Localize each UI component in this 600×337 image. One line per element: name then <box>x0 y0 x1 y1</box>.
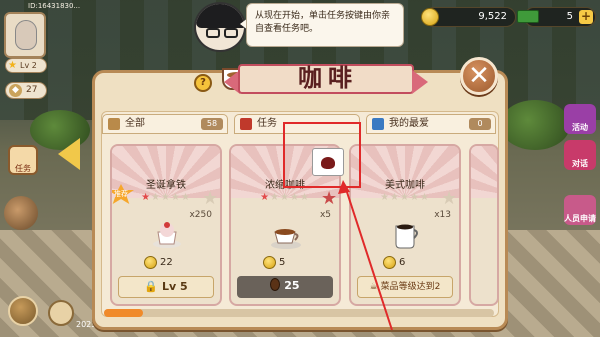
energy-icon: ◆ <box>9 84 22 97</box>
avatar-face <box>15 20 37 50</box>
tab-favorites-label: 我的最爱 <box>389 118 429 129</box>
npc-glasses <box>224 28 238 38</box>
npc-portrait <box>194 2 246 52</box>
task-side-label: 任务 <box>15 164 31 173</box>
prev-arrow-icon[interactable] <box>58 138 80 170</box>
coin-icon <box>421 8 439 26</box>
coffee-bean-icon <box>270 278 281 291</box>
unlock-level-text: Lv 5 <box>161 280 188 293</box>
recipe-price: 5 <box>263 256 285 269</box>
favorite-star-icon[interactable]: ★ <box>441 188 457 209</box>
favorite-star-icon[interactable]: ★ <box>321 188 337 209</box>
npc-speech-bubble[interactable]: 从现在开始，单击任务按键由你亲自查看任务吧。 <box>246 3 404 47</box>
dish-icon: ☕ <box>369 282 378 292</box>
recipe-card[interactable]: 圣诞拿铁 推荐 ★★★★★ ★ x250 22 🔒 Lv 5 <box>110 144 222 306</box>
close-button[interactable]: ✕ <box>460 57 498 95</box>
player-level-text: Lv 2 <box>20 61 37 70</box>
search-icon[interactable]: ? <box>194 74 212 92</box>
dialog-button[interactable]: 对话 <box>564 140 596 170</box>
favorites-tab-icon <box>372 118 384 130</box>
coin-icon <box>263 256 276 269</box>
event-button[interactable]: 活动 <box>564 104 596 134</box>
cash-icon <box>517 10 539 23</box>
coin-icon <box>144 256 157 269</box>
unlock-requirement-text: 菜品等级达到2 <box>380 282 441 292</box>
recipe-quantity: x250 <box>189 210 212 220</box>
player-level: ★ Lv 2 <box>5 58 47 73</box>
scroll-progress-fill <box>104 309 143 317</box>
player-avatar[interactable] <box>4 12 46 58</box>
task-side-button[interactable]: 任务 <box>8 145 38 175</box>
recipe-card[interactable]: 美式咖啡 ★★★★★ ★ x13 6 ☕ 菜品等级达到2 <box>349 144 461 306</box>
favorite-star-icon[interactable]: ★ <box>202 188 218 209</box>
add-cash-button[interactable]: + <box>579 10 593 24</box>
recipe-quantity: x13 <box>434 210 451 220</box>
scroll-progress-bar[interactable] <box>104 309 494 317</box>
espresso-icon <box>271 229 301 249</box>
unlock-requirement: ☕ 菜品等级达到2 <box>357 276 453 298</box>
event-label: 活动 <box>572 123 588 132</box>
card-header <box>471 146 497 198</box>
all-tab-icon <box>108 118 120 130</box>
christmas-latte-icon <box>153 222 181 248</box>
tab-all-count: 58 <box>201 118 223 130</box>
friends-button[interactable] <box>8 296 38 326</box>
recipe-price-value: 6 <box>399 257 406 268</box>
recipe-price-value: 5 <box>279 257 286 268</box>
dialog-label: 对话 <box>572 159 588 168</box>
kettle-icon[interactable] <box>312 148 344 176</box>
cash-counter[interactable]: 5 + <box>517 7 596 27</box>
recipe-quantity: x5 <box>319 210 331 220</box>
bean-cost: 25 <box>237 276 333 298</box>
tab-all[interactable]: 全部 58 <box>102 114 228 134</box>
bean-cost-value: 25 <box>284 279 300 292</box>
shrub <box>4 196 38 230</box>
camera-button[interactable] <box>48 300 74 326</box>
coin-counter[interactable]: 9,522 <box>421 7 516 27</box>
staff-apply-label: 人员申请 <box>564 214 596 223</box>
tab-task-label: 任务 <box>257 118 277 129</box>
shrub <box>500 100 570 150</box>
recipe-price: 6 <box>383 256 405 269</box>
unlock-level: 🔒 Lv 5 <box>118 276 214 298</box>
lock-icon: 🔒 <box>144 280 159 293</box>
recipe-price: 22 <box>144 256 173 269</box>
cash-value: 5 <box>566 11 573 22</box>
recipe-price-value: 22 <box>160 257 173 268</box>
coin-icon <box>383 256 396 269</box>
tab-all-label: 全部 <box>125 118 145 129</box>
panel-title: 咖啡 <box>298 64 358 92</box>
coin-value: 9,522 <box>478 11 507 22</box>
staff-apply-button[interactable]: 人员申请 <box>564 195 596 225</box>
player-id: ID:16431830... <box>28 2 81 10</box>
npc-hair <box>196 4 244 28</box>
recipe-card[interactable] <box>469 144 499 306</box>
energy-counter[interactable]: ◆ 27 <box>5 82 47 99</box>
npc-glasses <box>206 28 220 38</box>
title-banner: 咖啡 <box>224 58 428 98</box>
americano-icon <box>395 224 418 249</box>
task-tab-icon <box>240 118 252 130</box>
star-icon: ★ <box>8 60 17 71</box>
ribbon-tail <box>412 70 428 94</box>
tab-favorites[interactable]: 我的最爱 0 <box>366 114 496 134</box>
energy-value: 27 <box>26 85 38 95</box>
tab-favorites-count: 0 <box>469 118 491 130</box>
